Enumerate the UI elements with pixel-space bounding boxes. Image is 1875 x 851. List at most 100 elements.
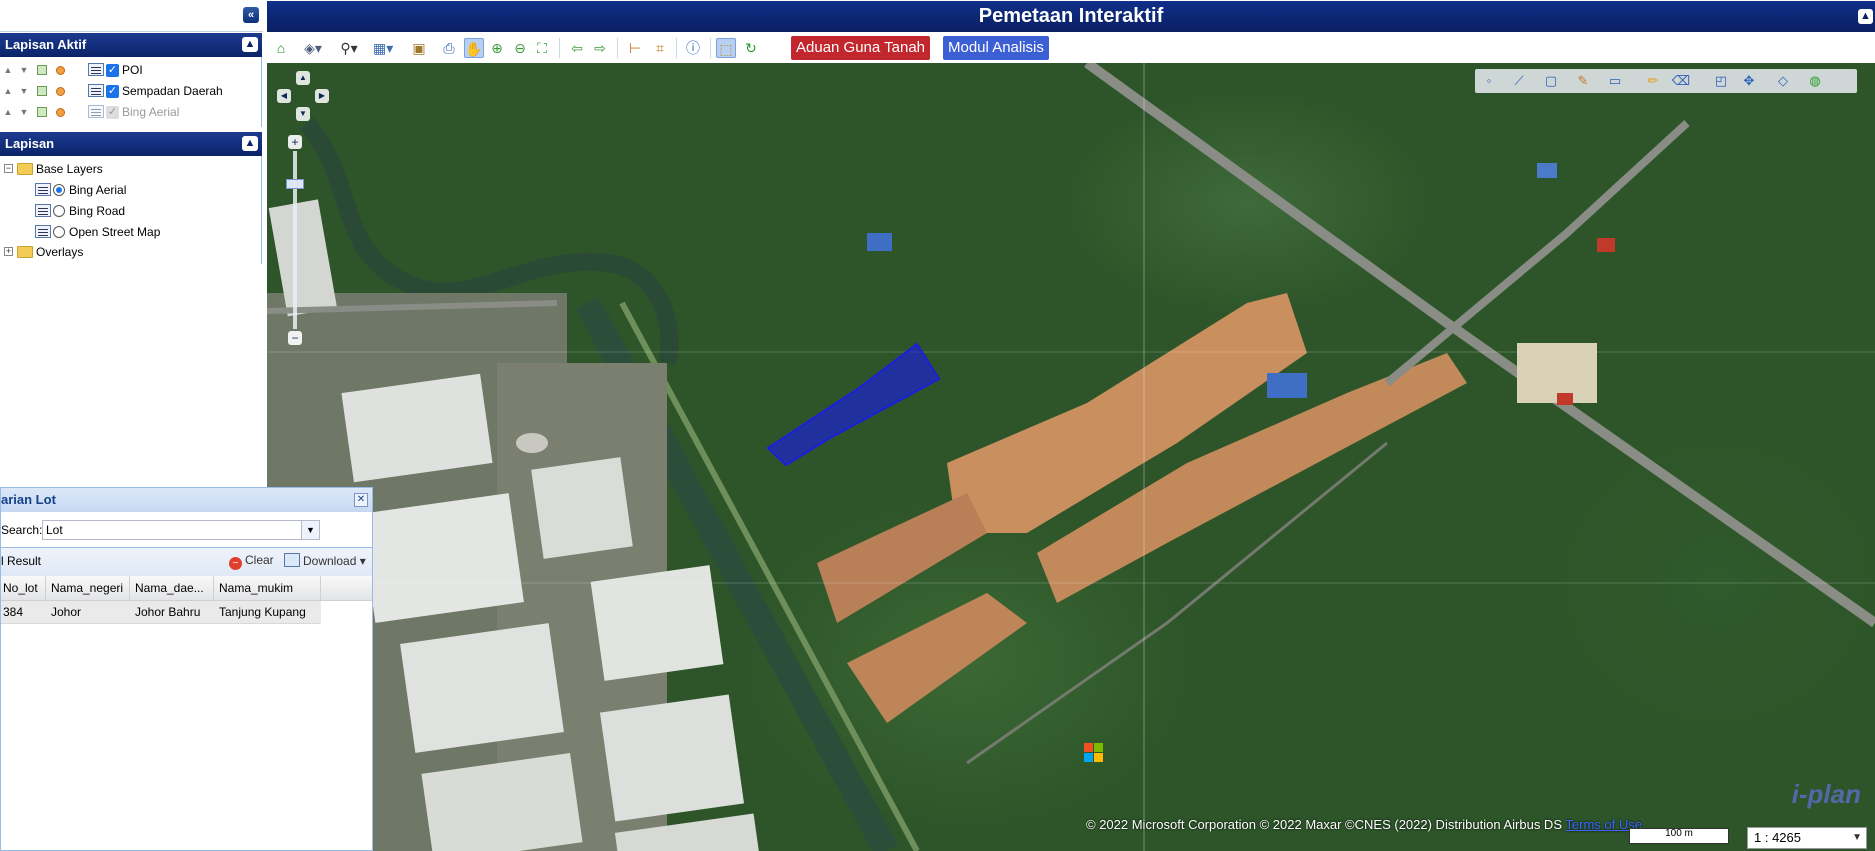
collapse-header-icon[interactable]: ▲ bbox=[1858, 9, 1873, 24]
sempadan-checkbox[interactable]: ✓ bbox=[106, 85, 119, 98]
expand-icon[interactable]: + bbox=[4, 247, 13, 256]
search-window-title-bar[interactable]: arian Lot ✕ bbox=[1, 488, 372, 512]
zoom-out-icon[interactable]: ⊖ bbox=[510, 38, 530, 58]
download-button[interactable]: Download ▾ bbox=[284, 553, 366, 568]
zoom-thumb[interactable] bbox=[286, 179, 304, 189]
layer-remove-icon[interactable] bbox=[56, 108, 65, 117]
results-toolbar: l Result − Clear Download ▾ bbox=[1, 547, 372, 577]
bing-road-radio[interactable] bbox=[53, 205, 65, 217]
tree-node-overlays[interactable]: + Overlays bbox=[0, 242, 260, 262]
column-header[interactable]: Nama_mukim bbox=[214, 576, 321, 600]
download-icon bbox=[284, 553, 300, 567]
pan-hand-icon[interactable]: ✋ bbox=[464, 38, 484, 58]
zoom-out-button[interactable]: − bbox=[288, 331, 302, 345]
add-line-icon[interactable]: ⟋ bbox=[1509, 71, 1529, 91]
eraser-icon[interactable]: ⌫ bbox=[1671, 71, 1691, 91]
collapse-active-layers-icon[interactable]: ▲ bbox=[242, 37, 258, 52]
download-label: Download bbox=[303, 554, 357, 568]
tree-item-osm[interactable]: Open Street Map bbox=[0, 222, 260, 242]
clear-label: Clear bbox=[245, 553, 274, 567]
print-icon[interactable]: ⎙ bbox=[439, 38, 459, 58]
layers-title: Lapisan bbox=[5, 136, 55, 151]
water-tank bbox=[516, 433, 548, 453]
map-toolbar: ⌂ ◈▾ ⚲▾ ▦▾ ▣ ⎙ ✋ ⊕ ⊖ ⛶ ⇦ ⇨ ⊢ ⌗ ⓘ ⬚ ↻ Adu… bbox=[267, 33, 1875, 65]
layer-image-icon[interactable] bbox=[37, 65, 47, 75]
layer-remove-icon[interactable] bbox=[56, 87, 65, 96]
poi-checkbox[interactable]: ✓ bbox=[106, 64, 119, 77]
clear-icon: − bbox=[229, 557, 242, 570]
map-image-icon[interactable]: ▣ bbox=[409, 38, 429, 58]
pencil-icon[interactable]: ✏ bbox=[1643, 71, 1663, 91]
layer-image-icon[interactable] bbox=[37, 86, 47, 96]
delete-feature-icon[interactable]: ▭ bbox=[1605, 71, 1625, 91]
tree-item-bing-aerial[interactable]: Bing Aerial bbox=[0, 180, 260, 200]
move-down-icon[interactable]: ▼ bbox=[19, 65, 29, 75]
move-up-icon[interactable]: ▲ bbox=[3, 86, 13, 96]
tree-item-bing-road[interactable]: Bing Road bbox=[0, 201, 260, 221]
grid-dropdown-icon[interactable]: ▦▾ bbox=[373, 38, 393, 58]
pan-right-icon[interactable]: ▶ bbox=[315, 89, 329, 103]
column-header[interactable]: Nama_negeri bbox=[46, 576, 130, 600]
pan-up-icon[interactable]: ▲ bbox=[296, 71, 310, 85]
legend-icon bbox=[88, 63, 104, 76]
pan-down-icon[interactable]: ▼ bbox=[296, 107, 310, 121]
chevron-down-icon[interactable]: ▼ bbox=[301, 521, 319, 539]
column-header[interactable]: No_lot bbox=[1, 576, 46, 600]
add-point-icon[interactable]: ◦ bbox=[1479, 71, 1499, 91]
next-extent-icon[interactable]: ⇨ bbox=[590, 38, 610, 58]
copyright-text: © 2022 Microsoft Corporation © 2022 Maxa… bbox=[1086, 817, 1562, 832]
tree-node-base-layers[interactable]: − Base Layers bbox=[0, 159, 260, 179]
aduan-guna-tanah-button[interactable]: Aduan Guna Tanah bbox=[791, 36, 931, 60]
cell-no-lot: 384 bbox=[3, 605, 24, 619]
zoom-in-icon[interactable]: ⊕ bbox=[487, 38, 507, 58]
bing-aerial-radio[interactable] bbox=[53, 184, 65, 196]
layer-remove-icon[interactable] bbox=[56, 66, 65, 75]
map-viewport[interactable]: ▲ ◀ ▶ ▼ + − ◦ ⟋ ▢ ✎ ▭ ✏ ⌫ ◰ ✥ ◇ ◍ i-plan… bbox=[267, 63, 1875, 851]
aerial-imagery bbox=[267, 63, 1875, 851]
collapse-icon[interactable]: − bbox=[4, 164, 13, 173]
column-header[interactable]: Nama_dae... bbox=[130, 576, 214, 600]
search-type-value: Lot bbox=[46, 523, 63, 537]
move-up-icon[interactable]: ▲ bbox=[3, 107, 13, 117]
zoom-track[interactable] bbox=[293, 151, 297, 329]
collapse-panel-icon[interactable]: « bbox=[243, 7, 259, 23]
clear-selection-icon[interactable]: ◇ bbox=[1773, 71, 1793, 91]
info-icon[interactable]: ⓘ bbox=[683, 38, 703, 58]
scale-select[interactable]: 1 : 4265 ▼ bbox=[1747, 827, 1867, 849]
active-layer-label: Sempadan Daerah bbox=[122, 84, 223, 98]
move-down-icon[interactable]: ▼ bbox=[19, 107, 29, 117]
move-down-icon[interactable]: ▼ bbox=[19, 86, 29, 96]
clear-button[interactable]: − Clear bbox=[229, 553, 274, 570]
active-layers-title: Lapisan Aktif bbox=[5, 37, 87, 52]
pan-left-icon[interactable]: ◀ bbox=[277, 89, 291, 103]
osm-radio[interactable] bbox=[53, 226, 65, 238]
previous-extent-icon[interactable]: ⇦ bbox=[567, 38, 587, 58]
close-icon[interactable]: ✕ bbox=[354, 493, 368, 507]
zoom-in-button[interactable]: + bbox=[288, 135, 302, 149]
select-box-icon[interactable]: ◰ bbox=[1711, 71, 1731, 91]
building bbox=[1557, 393, 1573, 405]
zoom-slider[interactable]: + − bbox=[286, 135, 304, 345]
select-tool-icon[interactable]: ⬚ bbox=[716, 38, 736, 58]
layer-image-icon[interactable] bbox=[37, 107, 47, 117]
layers-dropdown-icon[interactable]: ◈▾ bbox=[303, 38, 323, 58]
globe-icon[interactable]: ◍ bbox=[1805, 71, 1825, 91]
measure-area-icon[interactable]: ⌗ bbox=[650, 38, 670, 58]
active-layers-header[interactable]: Lapisan Aktif ▲ bbox=[0, 33, 262, 57]
modul-analisis-button[interactable]: Modul Analisis bbox=[943, 36, 1049, 60]
move-icon[interactable]: ✥ bbox=[1739, 71, 1759, 91]
refresh-icon[interactable]: ↻ bbox=[741, 38, 761, 58]
edit-feature-icon[interactable]: ✎ bbox=[1573, 71, 1593, 91]
home-icon[interactable]: ⌂ bbox=[271, 38, 291, 58]
search-type-select[interactable]: Lot ▼ bbox=[42, 520, 320, 540]
table-row[interactable]: 384 Johor Johor Bahru Tanjung Kupang bbox=[1, 601, 321, 624]
full-extent-icon[interactable]: ⛶ bbox=[532, 38, 552, 58]
selected-lot-polygon[interactable] bbox=[766, 342, 941, 467]
collapse-layers-icon[interactable]: ▲ bbox=[242, 136, 258, 151]
measure-distance-icon[interactable]: ⊢ bbox=[625, 38, 645, 58]
building bbox=[1597, 238, 1615, 252]
zoom-dropdown-icon[interactable]: ⚲▾ bbox=[339, 38, 359, 58]
layers-header[interactable]: Lapisan ▲ bbox=[0, 132, 262, 156]
add-polygon-icon[interactable]: ▢ bbox=[1541, 71, 1561, 91]
move-up-icon[interactable]: ▲ bbox=[3, 65, 13, 75]
